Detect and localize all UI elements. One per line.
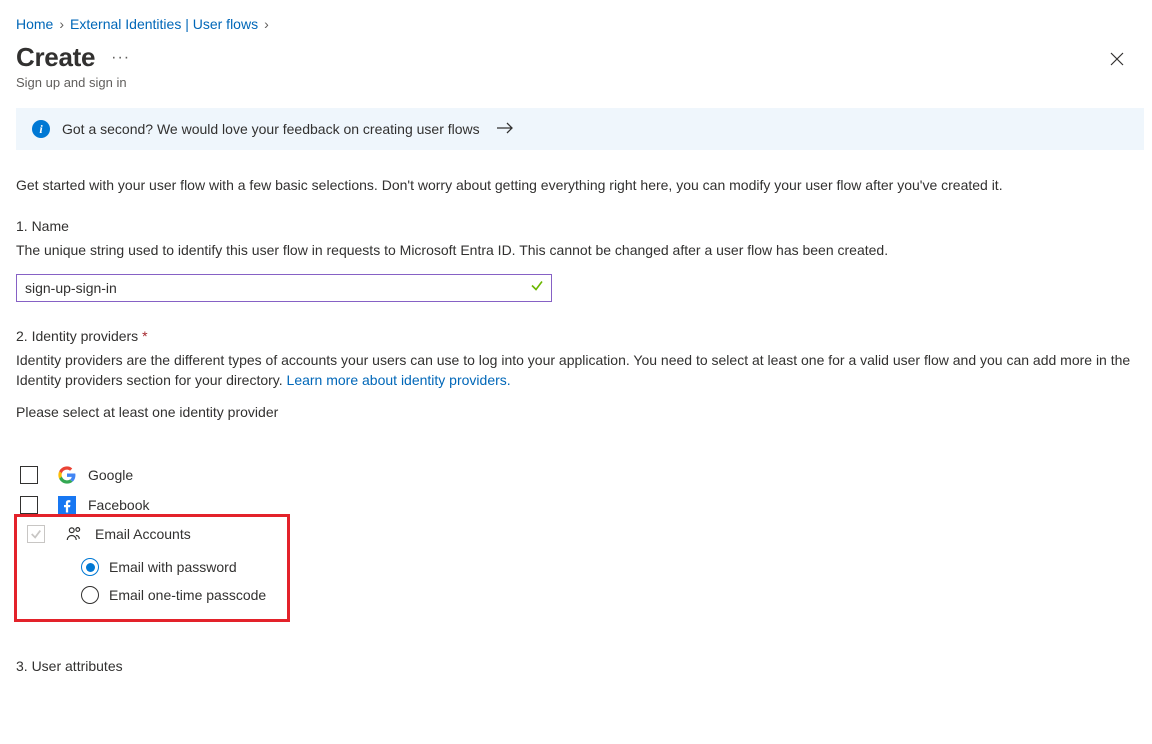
section-2-label: 2. Identity providers * [16, 328, 1136, 344]
info-icon: i [32, 120, 50, 138]
page-subtitle: Sign up and sign in [16, 75, 1136, 90]
email-otp-label: Email one-time passcode [109, 587, 266, 603]
accounts-icon [65, 525, 83, 543]
google-checkbox[interactable] [20, 466, 38, 484]
feedback-banner[interactable]: i Got a second? We would love your feedb… [16, 108, 1144, 150]
page-title: Create [16, 42, 95, 73]
breadcrumb: Home › External Identities | User flows … [16, 16, 1136, 32]
email-otp-radio[interactable] [81, 586, 99, 604]
identity-provider-email: Email Accounts [23, 521, 281, 547]
email-accounts-checkbox [27, 525, 45, 543]
section-2-desc: Identity providers are the different typ… [16, 350, 1136, 391]
more-actions-button[interactable]: ··· [107, 50, 134, 66]
section-3-label: 3. User attributes [16, 658, 1136, 674]
breadcrumb-separator: › [57, 16, 66, 32]
email-otp-option: Email one-time passcode [81, 581, 281, 609]
breadcrumb-separator: › [262, 16, 271, 32]
facebook-label: Facebook [88, 497, 149, 513]
email-password-radio[interactable] [81, 558, 99, 576]
facebook-icon [58, 496, 76, 514]
feedback-banner-text: Got a second? We would love your feedbac… [62, 121, 480, 137]
email-password-label: Email with password [109, 559, 237, 575]
required-indicator: * [142, 328, 147, 344]
section-1-label: 1. Name [16, 218, 1136, 234]
facebook-checkbox[interactable] [20, 496, 38, 514]
breadcrumb-external-identities[interactable]: External Identities | User flows [70, 16, 258, 32]
email-accounts-highlight: Email Accounts Email with password Email… [14, 514, 290, 622]
name-input[interactable] [16, 274, 552, 302]
arrow-right-icon [496, 121, 514, 137]
identity-provider-google: Google [16, 460, 1136, 490]
email-password-option: Email with password [81, 553, 281, 581]
google-label: Google [88, 467, 133, 483]
google-icon [58, 466, 76, 484]
identity-provider-instruction: Please select at least one identity prov… [16, 404, 1136, 420]
intro-text: Get started with your user flow with a f… [16, 176, 1136, 196]
close-button[interactable] [1104, 46, 1130, 75]
breadcrumb-home[interactable]: Home [16, 16, 53, 32]
email-accounts-label: Email Accounts [95, 526, 191, 542]
section-1-desc: The unique string used to identify this … [16, 240, 1136, 260]
learn-more-identity-providers-link[interactable]: Learn more about identity providers. [287, 372, 511, 388]
